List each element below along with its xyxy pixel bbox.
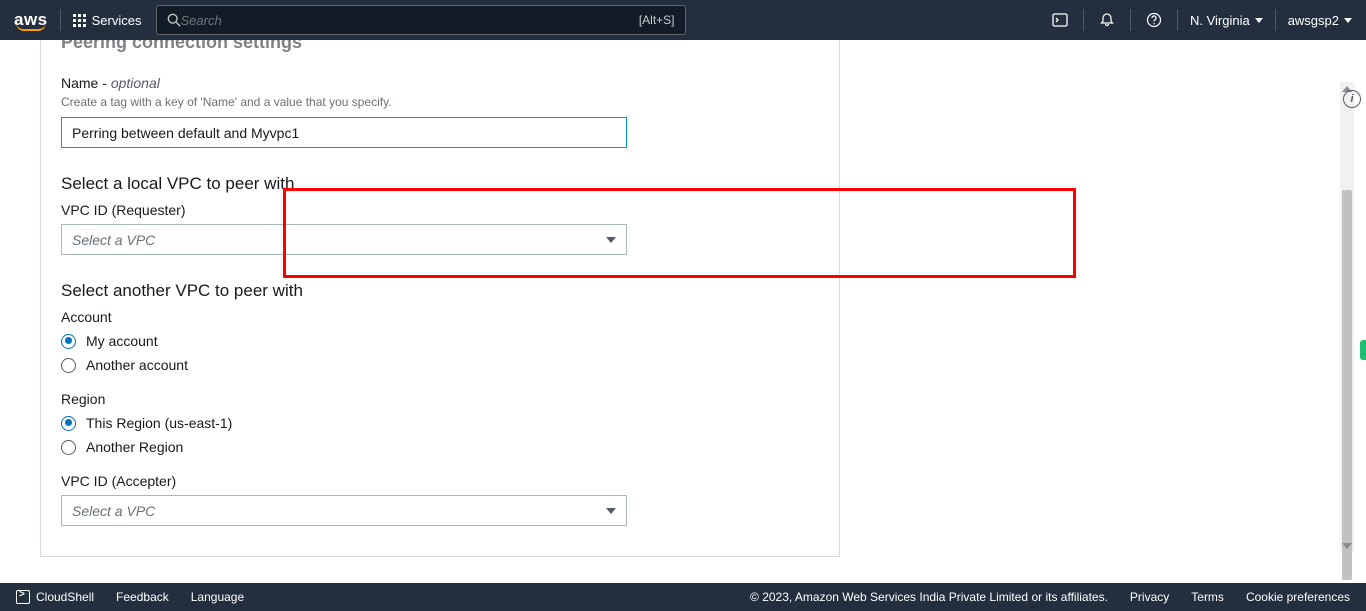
name-field: Name - optional Create a tag with a key … (61, 75, 819, 148)
top-nav: aws Services [Alt+S] N. Virginia awsgsp2 (0, 0, 1366, 40)
cookie-prefs-link[interactable]: Cookie preferences (1246, 590, 1350, 604)
services-menu[interactable]: Services (73, 13, 142, 28)
chevron-down-icon (1255, 18, 1263, 23)
services-label: Services (92, 13, 142, 28)
feedback-link[interactable]: Feedback (116, 590, 169, 604)
region-another-region[interactable]: Another Region (61, 439, 819, 455)
region-this-region[interactable]: This Region (us-east-1) (61, 415, 819, 431)
divider (60, 9, 61, 31)
requester-vpc-select[interactable]: Select a VPC (61, 224, 627, 255)
another-vpc-heading: Select another VPC to peer with (61, 281, 819, 301)
optional-badge: optional (111, 75, 160, 91)
info-drawer-toggle[interactable]: i (1338, 90, 1366, 108)
requester-vpc-label: VPC ID (Requester) (61, 202, 819, 218)
page-body: Peering connection settings Name - optio… (0, 40, 1366, 583)
search-shortcut: [Alt+S] (639, 13, 675, 27)
account-another-account[interactable]: Another account (61, 357, 819, 373)
requester-vpc-placeholder: Select a VPC (72, 232, 155, 248)
terms-link[interactable]: Terms (1191, 590, 1224, 604)
radio-icon (61, 334, 76, 349)
aws-logo[interactable]: aws (14, 10, 48, 30)
local-vpc-heading: Select a local VPC to peer with (61, 174, 819, 194)
chevron-down-icon (606, 508, 616, 514)
panel-title: Peering connection settings (61, 40, 819, 53)
name-label: Name (61, 75, 98, 91)
cloudshell-icon[interactable] (1049, 9, 1071, 31)
account-label: Account (61, 309, 819, 325)
footer-bar: CloudShell Feedback Language © 2023, Ama… (0, 583, 1366, 611)
name-hint: Create a tag with a key of 'Name' and a … (61, 95, 819, 109)
terminal-icon (16, 590, 30, 604)
side-tab[interactable] (1360, 340, 1366, 360)
radio-label: Another account (86, 357, 188, 373)
account-menu[interactable]: awsgsp2 (1288, 13, 1352, 28)
account-label: awsgsp2 (1288, 13, 1339, 28)
accepter-vpc-placeholder: Select a VPC (72, 503, 155, 519)
radio-label: Another Region (86, 439, 183, 455)
chevron-down-icon (1344, 18, 1352, 23)
privacy-link[interactable]: Privacy (1130, 590, 1169, 604)
cloudshell-label: CloudShell (36, 590, 94, 604)
search-icon (167, 13, 181, 27)
scrollbar-thumb[interactable] (1342, 190, 1352, 580)
radio-icon (61, 440, 76, 455)
grid-icon (73, 14, 86, 27)
name-input[interactable] (61, 117, 627, 148)
notifications-icon[interactable] (1096, 9, 1118, 31)
copyright-text: © 2023, Amazon Web Services India Privat… (750, 590, 1108, 604)
cloudshell-link[interactable]: CloudShell (16, 590, 94, 604)
radio-icon (61, 358, 76, 373)
help-icon[interactable] (1143, 9, 1165, 31)
radio-icon (61, 416, 76, 431)
peering-settings-panel: Peering connection settings Name - optio… (40, 40, 840, 557)
region-label: Region (61, 391, 819, 407)
chevron-down-icon (606, 237, 616, 243)
radio-label: This Region (us-east-1) (86, 415, 232, 431)
account-my-account[interactable]: My account (61, 333, 819, 349)
info-icon: i (1343, 90, 1361, 108)
language-link[interactable]: Language (191, 590, 244, 604)
accepter-vpc-select[interactable]: Select a VPC (61, 495, 627, 526)
region-selector[interactable]: N. Virginia (1190, 13, 1263, 28)
scroll-down-icon[interactable] (1342, 543, 1352, 549)
radio-label: My account (86, 333, 158, 349)
global-search[interactable]: [Alt+S] (156, 5, 686, 35)
region-label: N. Virginia (1190, 13, 1250, 28)
search-input[interactable] (181, 13, 639, 28)
accepter-vpc-label: VPC ID (Accepter) (61, 473, 819, 489)
